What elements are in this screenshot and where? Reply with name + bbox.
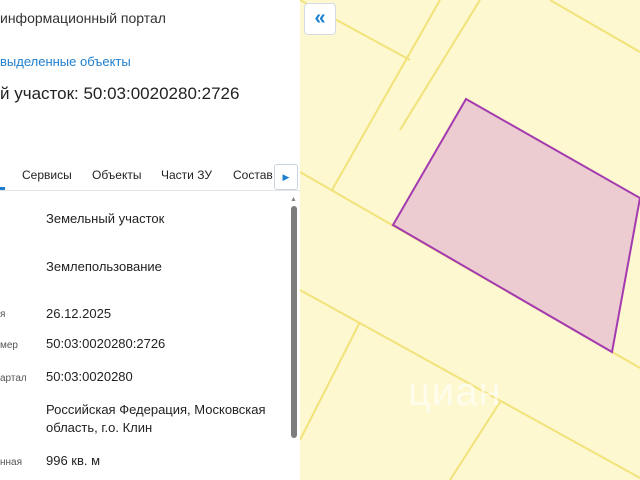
property-value-subtype: Землепользование bbox=[46, 259, 162, 274]
portal-title: информационный портал bbox=[0, 10, 166, 26]
property-value-address-line1: Российская Федерация, Московская bbox=[46, 402, 266, 417]
tab-composition[interactable]: Состав bbox=[233, 168, 273, 182]
tab-services[interactable]: Сервисы bbox=[22, 168, 72, 182]
scroll-up-icon[interactable]: ▲ bbox=[290, 196, 297, 203]
map-view[interactable]: циан bbox=[300, 0, 640, 480]
selected-objects-link[interactable]: выделенные объекты bbox=[0, 54, 131, 69]
tab-parcel-parts[interactable]: Части ЗУ bbox=[161, 168, 212, 182]
property-value-date: 26.12.2025 bbox=[46, 306, 112, 321]
scrollbar-thumb[interactable] bbox=[291, 206, 297, 438]
watermark-logo: циан bbox=[408, 370, 502, 414]
active-tab-indicator bbox=[0, 187, 5, 190]
tabs-scroll-right-button[interactable]: ▶ bbox=[274, 164, 298, 190]
property-value-cadastral-number: 50:03:0020280:2726 bbox=[46, 336, 166, 351]
property-label-cadastral-quarter: артал bbox=[0, 373, 27, 384]
chevron-right-icon: ▶ bbox=[282, 172, 290, 182]
property-label-cadastral-number: мер bbox=[0, 340, 18, 351]
collapse-panel-button[interactable]: « bbox=[304, 3, 336, 35]
tab-objects[interactable]: Объекты bbox=[92, 168, 142, 182]
double-chevron-left-icon: « bbox=[314, 7, 326, 29]
property-value-cadastral-quarter: 50:03:0020280 bbox=[46, 369, 133, 384]
property-value-address-line2: область, г.о. Клин bbox=[46, 420, 153, 435]
property-label-date: я bbox=[0, 309, 6, 320]
object-heading: й участок: 50:03:0020280:2726 bbox=[0, 84, 240, 103]
property-label-area: нная bbox=[0, 457, 23, 468]
property-value-area: 996 кв. м bbox=[46, 453, 101, 468]
info-panel: информационный портал выделенные объекты… bbox=[0, 0, 300, 480]
tab-bar: Сервисы Объекты Части ЗУ Состав bbox=[0, 160, 300, 191]
property-value-object-type: Земельный участок bbox=[46, 211, 165, 226]
